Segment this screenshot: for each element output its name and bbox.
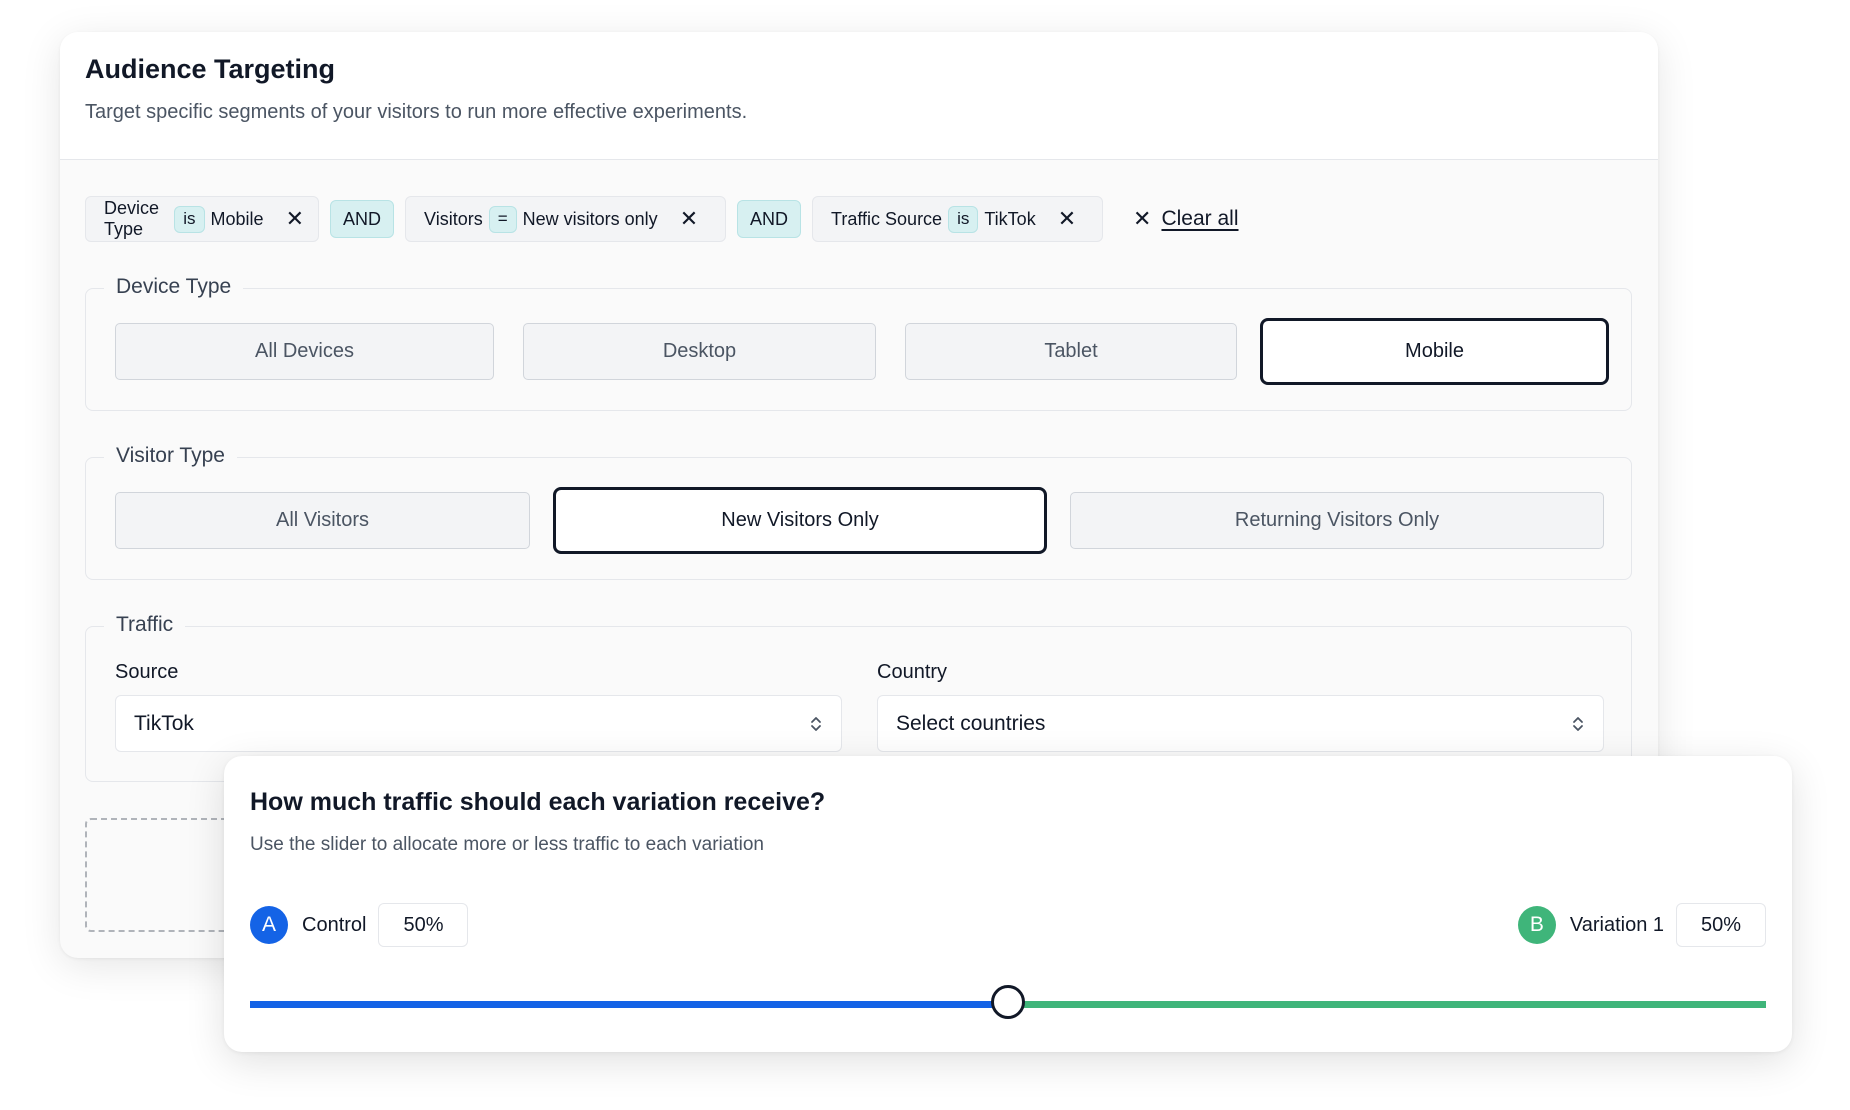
device-type-group: Device Type All Devices Desktop Tablet M… (85, 273, 1632, 411)
visitor-option-new-visitors-only[interactable]: New Visitors Only (553, 487, 1047, 554)
device-option-mobile[interactable]: Mobile (1260, 318, 1609, 385)
chip-field: Device Type (104, 198, 160, 239)
device-type-legend: Device Type (104, 273, 244, 301)
country-placeholder: Select countries (896, 711, 1046, 735)
active-filters: Device Type is Mobile ✕ AND Visitors = N… (85, 196, 1239, 242)
chip-operator: = (488, 205, 517, 233)
traffic-allocation-panel: How much traffic should each variation r… (224, 756, 1792, 1052)
filter-chip-device-type: Device Type is Mobile ✕ (85, 196, 319, 242)
clear-all-label: Clear all (1161, 207, 1239, 230)
device-option-all-devices[interactable]: All Devices (115, 323, 494, 380)
country-select[interactable]: Select countries (877, 695, 1604, 752)
source-value: TikTok (134, 711, 194, 735)
and-joiner: AND (737, 200, 802, 238)
allocation-title: How much traffic should each variation r… (250, 788, 826, 816)
and-joiner: AND (330, 200, 395, 238)
chevron-up-down-icon (1571, 714, 1585, 734)
allocation-subtitle: Use the slider to allocate more or less … (250, 834, 764, 855)
variation-b-name: Variation 1 (1569, 913, 1664, 936)
chip-field: Traffic Source (831, 208, 943, 229)
chip-value: New visitors only (522, 208, 658, 229)
chip-field: Visitors (424, 208, 483, 229)
page-subtitle: Target specific segments of your visitor… (85, 101, 748, 123)
variation-control: A Control 50% (250, 903, 469, 947)
device-option-desktop[interactable]: Desktop (523, 323, 876, 380)
chip-operator: is (948, 205, 979, 233)
variation-a-percent-input[interactable]: 50% (378, 903, 469, 947)
variation-b-badge: B (1517, 906, 1556, 944)
visitor-type-legend: Visitor Type (104, 442, 237, 470)
chip-value: TikTok (984, 208, 1036, 229)
device-option-tablet[interactable]: Tablet (905, 323, 1237, 380)
filter-chip-visitors: Visitors = New visitors only ✕ (405, 196, 727, 242)
source-select[interactable]: TikTok (115, 695, 842, 752)
slider-fill-control (250, 1001, 1008, 1008)
clear-all-button[interactable]: ✕ Clear all (1133, 206, 1238, 232)
card-header: Audience Targeting Target specific segme… (60, 32, 1658, 160)
variation-b-percent-input[interactable]: 50% (1676, 903, 1766, 947)
slider-fill-variation (1008, 1001, 1766, 1008)
country-label: Country (877, 661, 948, 683)
chip-value: Mobile (210, 208, 264, 229)
visitor-type-group: Visitor Type All Visitors New Visitors O… (85, 442, 1632, 580)
chip-operator: is (174, 205, 205, 233)
visitor-option-returning-visitors-only[interactable]: Returning Visitors Only (1070, 492, 1604, 549)
filter-chip-traffic-source: Traffic Source is TikTok ✕ (812, 196, 1104, 242)
chevron-up-down-icon (809, 714, 823, 734)
variation-1: B Variation 1 50% (1517, 903, 1766, 947)
source-label: Source (115, 661, 179, 683)
traffic-legend: Traffic (104, 611, 186, 639)
visitor-option-all-visitors[interactable]: All Visitors (115, 492, 530, 549)
remove-filter-icon[interactable]: ✕ (286, 208, 304, 230)
remove-filter-icon[interactable]: ✕ (680, 208, 698, 230)
variation-a-name: Control (302, 913, 367, 936)
variation-a-badge: A (250, 906, 288, 944)
close-icon: ✕ (1133, 206, 1152, 231)
page-title: Audience Targeting (85, 54, 336, 84)
allocation-slider-thumb[interactable] (991, 985, 1025, 1019)
remove-filter-icon[interactable]: ✕ (1058, 208, 1076, 230)
